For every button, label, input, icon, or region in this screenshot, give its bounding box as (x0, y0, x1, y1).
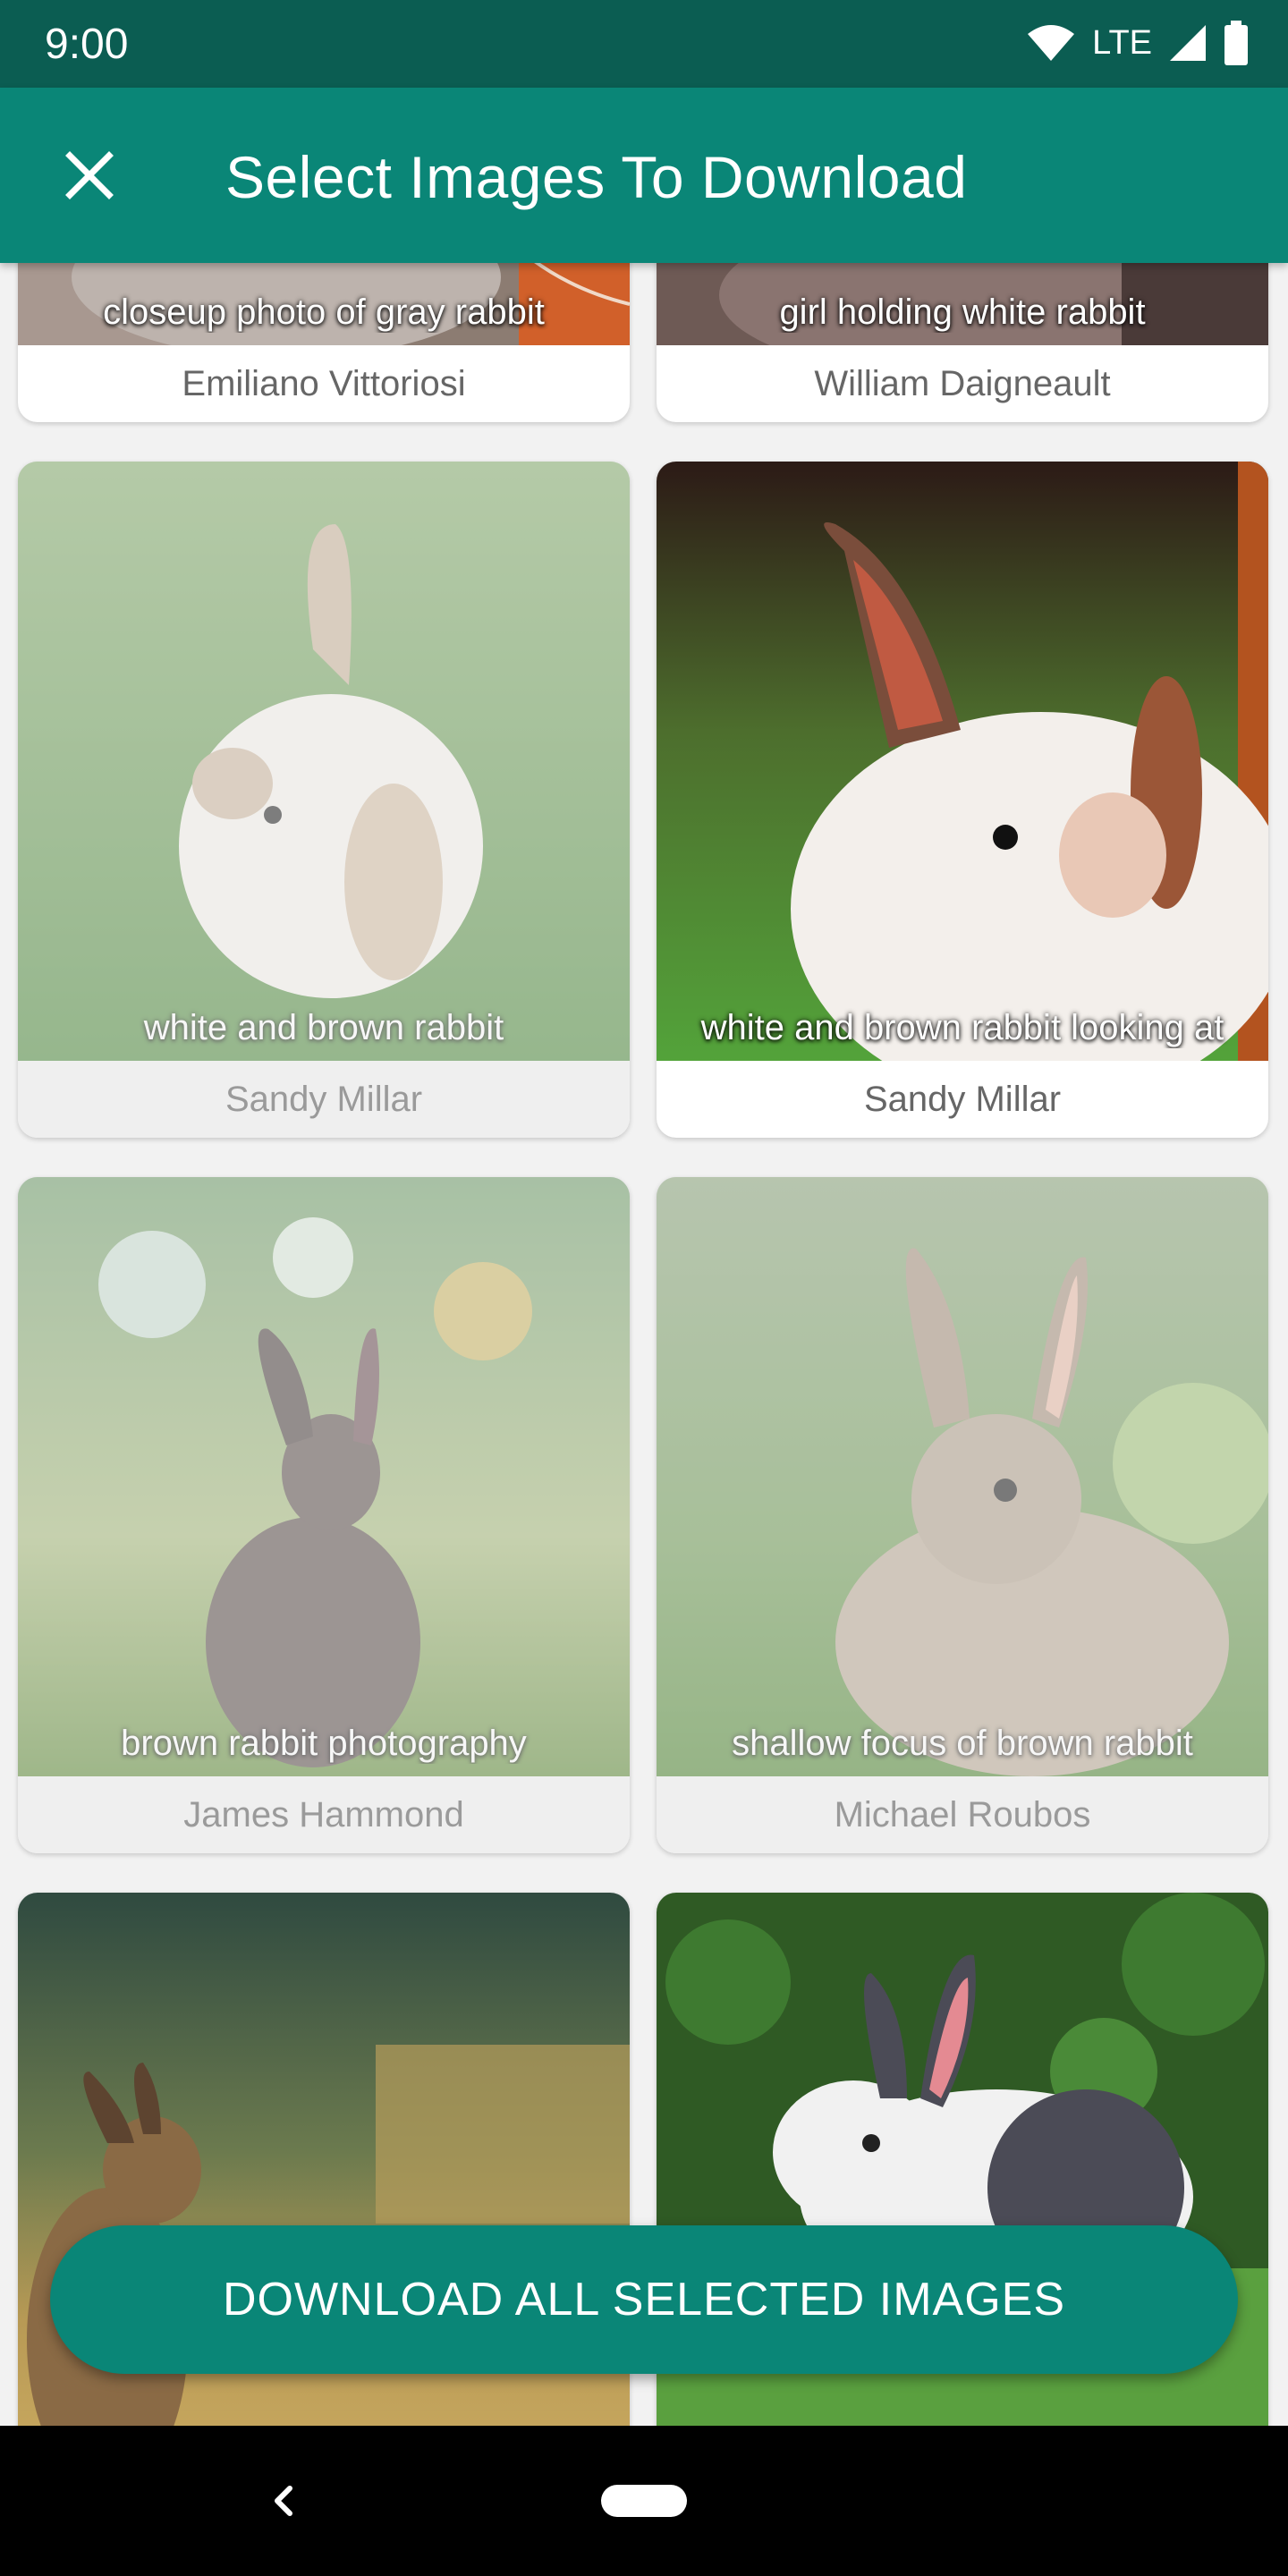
image-card[interactable]: white and brown rabbit looking at Sandy … (657, 462, 1268, 1138)
image-grid: closeup photo of gray rabbit Emiliano Vi… (0, 0, 1288, 2465)
card-author: William Daigneault (814, 364, 1111, 403)
card-photo (18, 1893, 630, 2465)
navigation-bar (0, 2426, 1288, 2576)
image-card[interactable]: brown rabbit photography James Hammond (18, 1177, 630, 1853)
card-author: Michael Roubos (657, 1776, 1268, 1853)
card-photo (657, 1893, 1268, 2465)
card-caption: white and brown rabbit looking at (700, 1008, 1224, 1047)
card-author: Emiliano Vittoriosi (182, 364, 466, 403)
card-caption: shallow focus of brown rabbit (732, 1724, 1193, 1763)
image-card[interactable] (657, 1893, 1268, 2465)
download-all-button[interactable]: DOWNLOAD ALL SELECTED IMAGES (50, 2225, 1238, 2374)
page-title: Select Images To Download (225, 144, 968, 210)
card-author: Sandy Millar (863, 1080, 1062, 1119)
card-author: Sandy Millar (18, 1061, 630, 1138)
card-caption: girl holding white rabbit (779, 292, 1146, 332)
home-button[interactable] (601, 2485, 687, 2517)
card-author: James Hammond (18, 1776, 630, 1853)
card-photo: white and brown rabbit (18, 462, 630, 1061)
card-caption: white and brown rabbit (143, 1008, 504, 1047)
card-photo: white and brown rabbit looking at (657, 462, 1268, 1061)
close-icon (65, 151, 114, 199)
image-card[interactable] (18, 1893, 630, 2465)
close-button[interactable] (47, 132, 132, 218)
card-caption: brown rabbit photography (121, 1724, 527, 1763)
app-bar: Select Images To Download (0, 88, 1288, 263)
card-photo: brown rabbit photography (18, 1177, 630, 1776)
card-caption: closeup photo of gray rabbit (103, 292, 545, 332)
image-card[interactable]: shallow focus of brown rabbit Michael Ro… (657, 1177, 1268, 1853)
back-icon[interactable] (259, 2476, 309, 2526)
card-photo: shallow focus of brown rabbit (657, 1177, 1268, 1776)
image-card[interactable]: white and brown rabbit Sandy Millar (18, 462, 630, 1138)
